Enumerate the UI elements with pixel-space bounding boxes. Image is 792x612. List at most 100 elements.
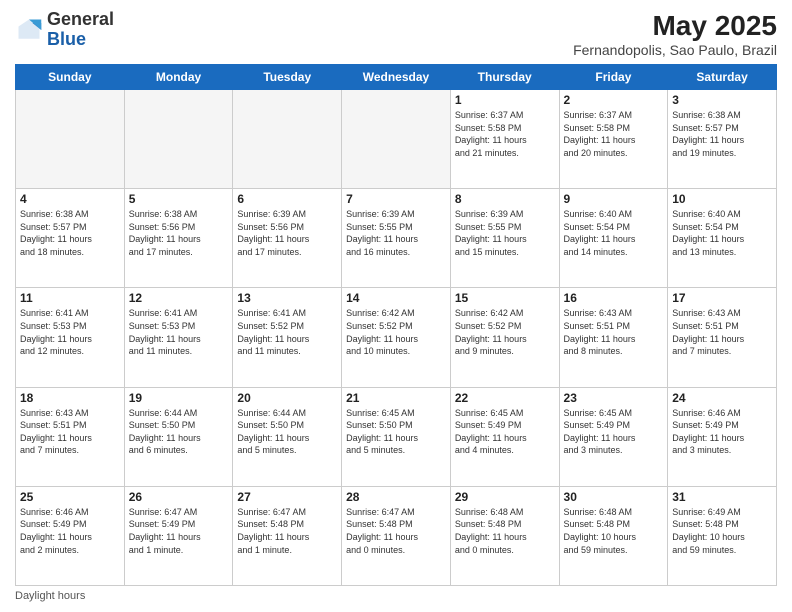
day-number: 13	[237, 291, 337, 305]
day-info: Sunrise: 6:39 AM Sunset: 5:55 PM Dayligh…	[346, 208, 446, 258]
day-number: 7	[346, 192, 446, 206]
logo-icon	[15, 16, 43, 44]
day-info: Sunrise: 6:49 AM Sunset: 5:48 PM Dayligh…	[672, 506, 772, 556]
day-number: 3	[672, 93, 772, 107]
day-info: Sunrise: 6:42 AM Sunset: 5:52 PM Dayligh…	[455, 307, 555, 357]
title-block: May 2025 Fernandopolis, Sao Paulo, Brazi…	[573, 10, 777, 58]
calendar-day-cell: 28 Sunrise: 6:47 AM Sunset: 5:48 PM Dayli…	[342, 486, 451, 585]
day-number: 16	[564, 291, 664, 305]
daylight-label: Daylight hours	[15, 590, 85, 602]
day-info: Sunrise: 6:39 AM Sunset: 5:56 PM Dayligh…	[237, 208, 337, 258]
calendar-day-cell: 15 Sunrise: 6:42 AM Sunset: 5:52 PM Dayli…	[450, 288, 559, 387]
day-info: Sunrise: 6:44 AM Sunset: 5:50 PM Dayligh…	[237, 407, 337, 457]
calendar-col-header: Friday	[559, 65, 668, 90]
calendar-week-row: 25 Sunrise: 6:46 AM Sunset: 5:49 PM Dayli…	[16, 486, 777, 585]
day-info: Sunrise: 6:47 AM Sunset: 5:48 PM Dayligh…	[237, 506, 337, 556]
calendar-day-cell	[16, 90, 125, 189]
location: Fernandopolis, Sao Paulo, Brazil	[573, 42, 777, 58]
day-number: 5	[129, 192, 229, 206]
calendar-col-header: Tuesday	[233, 65, 342, 90]
calendar-day-cell: 18 Sunrise: 6:43 AM Sunset: 5:51 PM Dayli…	[16, 387, 125, 486]
calendar-col-header: Wednesday	[342, 65, 451, 90]
calendar-day-cell: 31Sunrise: 6:49 AM Sunset: 5:48 PM Dayli…	[668, 486, 777, 585]
calendar-day-cell: 13 Sunrise: 6:41 AM Sunset: 5:52 PM Dayli…	[233, 288, 342, 387]
day-number: 28	[346, 490, 446, 504]
calendar-day-cell	[233, 90, 342, 189]
calendar-body: 1 Sunrise: 6:37 AM Sunset: 5:58 PM Daylig…	[16, 90, 777, 586]
calendar-day-cell: 1 Sunrise: 6:37 AM Sunset: 5:58 PM Daylig…	[450, 90, 559, 189]
day-number: 30	[564, 490, 664, 504]
calendar-day-cell	[124, 90, 233, 189]
page: General Blue May 2025 Fernandopolis, Sao…	[0, 0, 792, 612]
day-number: 22	[455, 391, 555, 405]
day-number: 10	[672, 192, 772, 206]
day-number: 29	[455, 490, 555, 504]
calendar-day-cell: 11 Sunrise: 6:41 AM Sunset: 5:53 PM Dayli…	[16, 288, 125, 387]
day-info: Sunrise: 6:41 AM Sunset: 5:53 PM Dayligh…	[20, 307, 120, 357]
calendar-col-header: Sunday	[16, 65, 125, 90]
calendar-header-row: SundayMondayTuesdayWednesdayThursdayFrid…	[16, 65, 777, 90]
calendar-day-cell: 20 Sunrise: 6:44 AM Sunset: 5:50 PM Dayli…	[233, 387, 342, 486]
header: General Blue May 2025 Fernandopolis, Sao…	[15, 10, 777, 58]
calendar-day-cell: 9 Sunrise: 6:40 AM Sunset: 5:54 PM Daylig…	[559, 189, 668, 288]
calendar-day-cell: 3 Sunrise: 6:38 AM Sunset: 5:57 PM Daylig…	[668, 90, 777, 189]
calendar-day-cell: 19 Sunrise: 6:44 AM Sunset: 5:50 PM Dayli…	[124, 387, 233, 486]
day-number: 19	[129, 391, 229, 405]
day-info: Sunrise: 6:45 AM Sunset: 5:49 PM Dayligh…	[455, 407, 555, 457]
calendar-day-cell: 29 Sunrise: 6:48 AM Sunset: 5:48 PM Dayli…	[450, 486, 559, 585]
day-number: 27	[237, 490, 337, 504]
day-info: Sunrise: 6:43 AM Sunset: 5:51 PM Dayligh…	[672, 307, 772, 357]
day-number: 6	[237, 192, 337, 206]
calendar-day-cell: 2 Sunrise: 6:37 AM Sunset: 5:58 PM Daylig…	[559, 90, 668, 189]
logo-general-text: General	[47, 9, 114, 29]
calendar-col-header: Monday	[124, 65, 233, 90]
footer: Daylight hours	[15, 590, 777, 602]
calendar-col-header: Saturday	[668, 65, 777, 90]
day-number: 15	[455, 291, 555, 305]
calendar-day-cell: 26Sunrise: 6:47 AM Sunset: 5:49 PM Dayli…	[124, 486, 233, 585]
calendar-week-row: 1 Sunrise: 6:37 AM Sunset: 5:58 PM Daylig…	[16, 90, 777, 189]
day-number: 1	[455, 93, 555, 107]
day-info: Sunrise: 6:38 AM Sunset: 5:57 PM Dayligh…	[20, 208, 120, 258]
day-number: 17	[672, 291, 772, 305]
calendar-day-cell: 16Sunrise: 6:43 AM Sunset: 5:51 PM Dayli…	[559, 288, 668, 387]
day-info: Sunrise: 6:41 AM Sunset: 5:53 PM Dayligh…	[129, 307, 229, 357]
day-info: Sunrise: 6:40 AM Sunset: 5:54 PM Dayligh…	[564, 208, 664, 258]
day-number: 24	[672, 391, 772, 405]
day-number: 18	[20, 391, 120, 405]
day-info: Sunrise: 6:44 AM Sunset: 5:50 PM Dayligh…	[129, 407, 229, 457]
day-info: Sunrise: 6:48 AM Sunset: 5:48 PM Dayligh…	[455, 506, 555, 556]
day-info: Sunrise: 6:42 AM Sunset: 5:52 PM Dayligh…	[346, 307, 446, 357]
calendar-table: SundayMondayTuesdayWednesdayThursdayFrid…	[15, 64, 777, 586]
calendar-day-cell: 10Sunrise: 6:40 AM Sunset: 5:54 PM Dayli…	[668, 189, 777, 288]
day-number: 8	[455, 192, 555, 206]
day-number: 20	[237, 391, 337, 405]
month-title: May 2025	[573, 10, 777, 42]
day-number: 2	[564, 93, 664, 107]
calendar-day-cell: 5 Sunrise: 6:38 AM Sunset: 5:56 PM Daylig…	[124, 189, 233, 288]
day-number: 26	[129, 490, 229, 504]
logo-blue-text: Blue	[47, 29, 86, 49]
day-info: Sunrise: 6:45 AM Sunset: 5:49 PM Dayligh…	[564, 407, 664, 457]
calendar-day-cell: 4Sunrise: 6:38 AM Sunset: 5:57 PM Daylig…	[16, 189, 125, 288]
day-info: Sunrise: 6:43 AM Sunset: 5:51 PM Dayligh…	[20, 407, 120, 457]
day-info: Sunrise: 6:37 AM Sunset: 5:58 PM Dayligh…	[455, 109, 555, 159]
calendar-day-cell: 21Sunrise: 6:45 AM Sunset: 5:50 PM Dayli…	[342, 387, 451, 486]
day-info: Sunrise: 6:45 AM Sunset: 5:50 PM Dayligh…	[346, 407, 446, 457]
day-info: Sunrise: 6:38 AM Sunset: 5:57 PM Dayligh…	[672, 109, 772, 159]
day-number: 11	[20, 291, 120, 305]
day-info: Sunrise: 6:46 AM Sunset: 5:49 PM Dayligh…	[672, 407, 772, 457]
day-info: Sunrise: 6:41 AM Sunset: 5:52 PM Dayligh…	[237, 307, 337, 357]
day-number: 25	[20, 490, 120, 504]
day-info: Sunrise: 6:39 AM Sunset: 5:55 PM Dayligh…	[455, 208, 555, 258]
day-info: Sunrise: 6:47 AM Sunset: 5:48 PM Dayligh…	[346, 506, 446, 556]
day-number: 12	[129, 291, 229, 305]
calendar-day-cell: 7 Sunrise: 6:39 AM Sunset: 5:55 PM Daylig…	[342, 189, 451, 288]
day-info: Sunrise: 6:38 AM Sunset: 5:56 PM Dayligh…	[129, 208, 229, 258]
calendar-week-row: 11 Sunrise: 6:41 AM Sunset: 5:53 PM Dayli…	[16, 288, 777, 387]
calendar-day-cell	[342, 90, 451, 189]
calendar-day-cell: 25 Sunrise: 6:46 AM Sunset: 5:49 PM Dayli…	[16, 486, 125, 585]
day-info: Sunrise: 6:46 AM Sunset: 5:49 PM Dayligh…	[20, 506, 120, 556]
day-info: Sunrise: 6:37 AM Sunset: 5:58 PM Dayligh…	[564, 109, 664, 159]
day-number: 9	[564, 192, 664, 206]
